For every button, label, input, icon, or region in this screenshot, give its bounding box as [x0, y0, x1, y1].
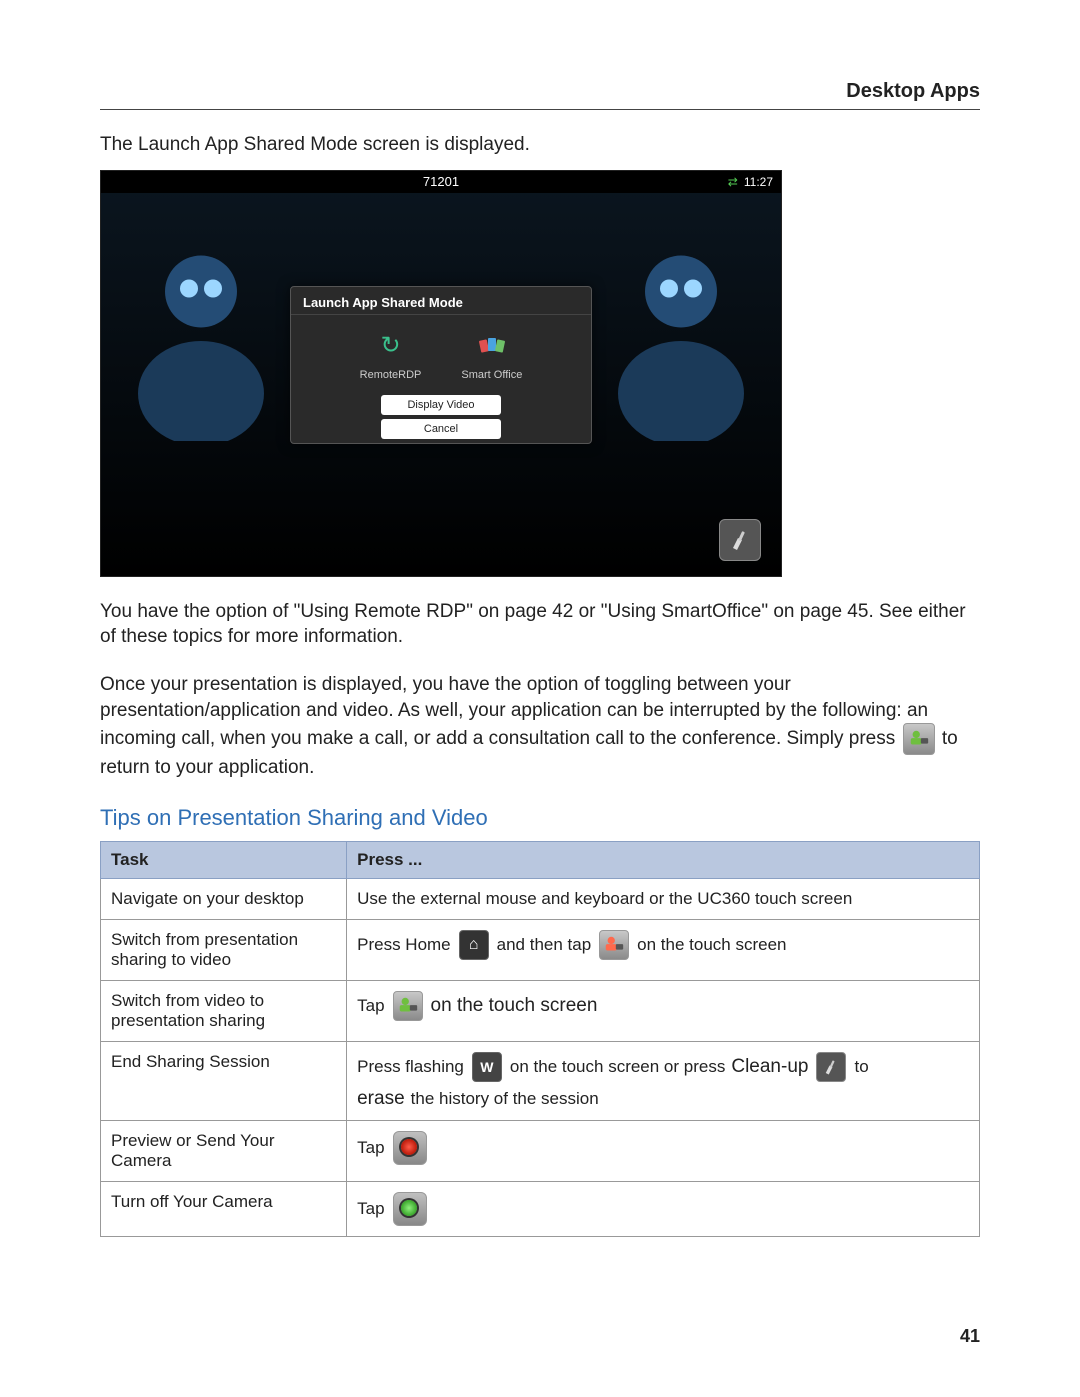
- smartoffice-icon: [475, 329, 509, 363]
- press-cell: Tap on the touch screen: [347, 980, 980, 1041]
- task-cell: Navigate on your desktop: [101, 878, 347, 919]
- app-smartoffice-label: Smart Office: [461, 369, 522, 381]
- modal-launch-app: Launch App Shared Mode ↻ RemoteRDP Smart…: [290, 286, 592, 444]
- presentation-app-icon: W: [472, 1052, 502, 1082]
- page-header: Desktop Apps: [100, 80, 980, 110]
- section-heading-tips: Tips on Presentation Sharing and Video: [100, 805, 980, 831]
- col-task: Task: [101, 841, 347, 878]
- press-cell: Press Home ⌂ and then tap on the touch s…: [347, 919, 980, 980]
- sync-icon: ⇄: [728, 175, 738, 189]
- intro-text: The Launch App Shared Mode screen is dis…: [100, 132, 980, 158]
- task-cell: Switch from video to presentation sharin…: [101, 980, 347, 1041]
- camera-off-icon: [393, 1192, 427, 1226]
- para3-part1: Once your presentation is displayed, you…: [100, 674, 928, 749]
- task-cell: End Sharing Session: [101, 1041, 347, 1120]
- press-cell: Tap: [347, 1181, 980, 1236]
- press-cell: Press flashing W on the touch screen or …: [347, 1041, 980, 1120]
- status-number: 71201: [423, 174, 459, 189]
- screenshot-launch-app-shared-mode: 71201 ⇄ 11:27 Launch App Shared Mode ↻ R…: [100, 170, 782, 577]
- status-bar: 71201 ⇄ 11:27: [101, 171, 781, 193]
- table-row: Turn off Your Camera Tap: [101, 1181, 980, 1236]
- press-cell: Tap: [347, 1120, 980, 1181]
- table-row: Switch from video to presentation sharin…: [101, 980, 980, 1041]
- cleanup-icon[interactable]: [719, 519, 761, 561]
- home-icon: ⌂: [459, 930, 489, 960]
- table-row: Preview or Send Your Camera Tap: [101, 1120, 980, 1181]
- col-press: Press ...: [347, 841, 980, 878]
- task-cell: Switch from presentation sharing to vide…: [101, 919, 347, 980]
- remoterdp-icon: ↻: [374, 329, 408, 363]
- avatar-right: [606, 241, 756, 441]
- status-time: 11:27: [744, 175, 773, 189]
- presentation-share-icon: [903, 723, 935, 755]
- table-row: End Sharing Session Press flashing W on …: [101, 1041, 980, 1120]
- table-row: Switch from presentation sharing to vide…: [101, 919, 980, 980]
- modal-title: Launch App Shared Mode: [291, 287, 591, 315]
- avatar-left: [126, 241, 276, 441]
- paragraph-toggle: Once your presentation is displayed, you…: [100, 672, 980, 781]
- app-remoterdp[interactable]: ↻ RemoteRDP: [360, 329, 422, 381]
- presentation-share-icon: [599, 930, 629, 960]
- tips-table: Task Press ... Navigate on your desktop …: [100, 841, 980, 1237]
- press-cell: Use the external mouse and keyboard or t…: [347, 878, 980, 919]
- camera-record-icon: [393, 1131, 427, 1165]
- table-row: Navigate on your desktop Use the externa…: [101, 878, 980, 919]
- task-cell: Preview or Send Your Camera: [101, 1120, 347, 1181]
- app-smartoffice[interactable]: Smart Office: [461, 329, 522, 381]
- header-title: Desktop Apps: [846, 80, 980, 102]
- presentation-share-icon: [393, 991, 423, 1021]
- app-remoterdp-label: RemoteRDP: [360, 369, 422, 381]
- cleanup-icon: [816, 1052, 846, 1082]
- page-number: 41: [960, 1326, 980, 1347]
- task-cell: Turn off Your Camera: [101, 1181, 347, 1236]
- paragraph-options: You have the option of "Using Remote RDP…: [100, 599, 980, 650]
- display-video-button[interactable]: Display Video: [381, 395, 501, 415]
- cancel-button[interactable]: Cancel: [381, 419, 501, 439]
